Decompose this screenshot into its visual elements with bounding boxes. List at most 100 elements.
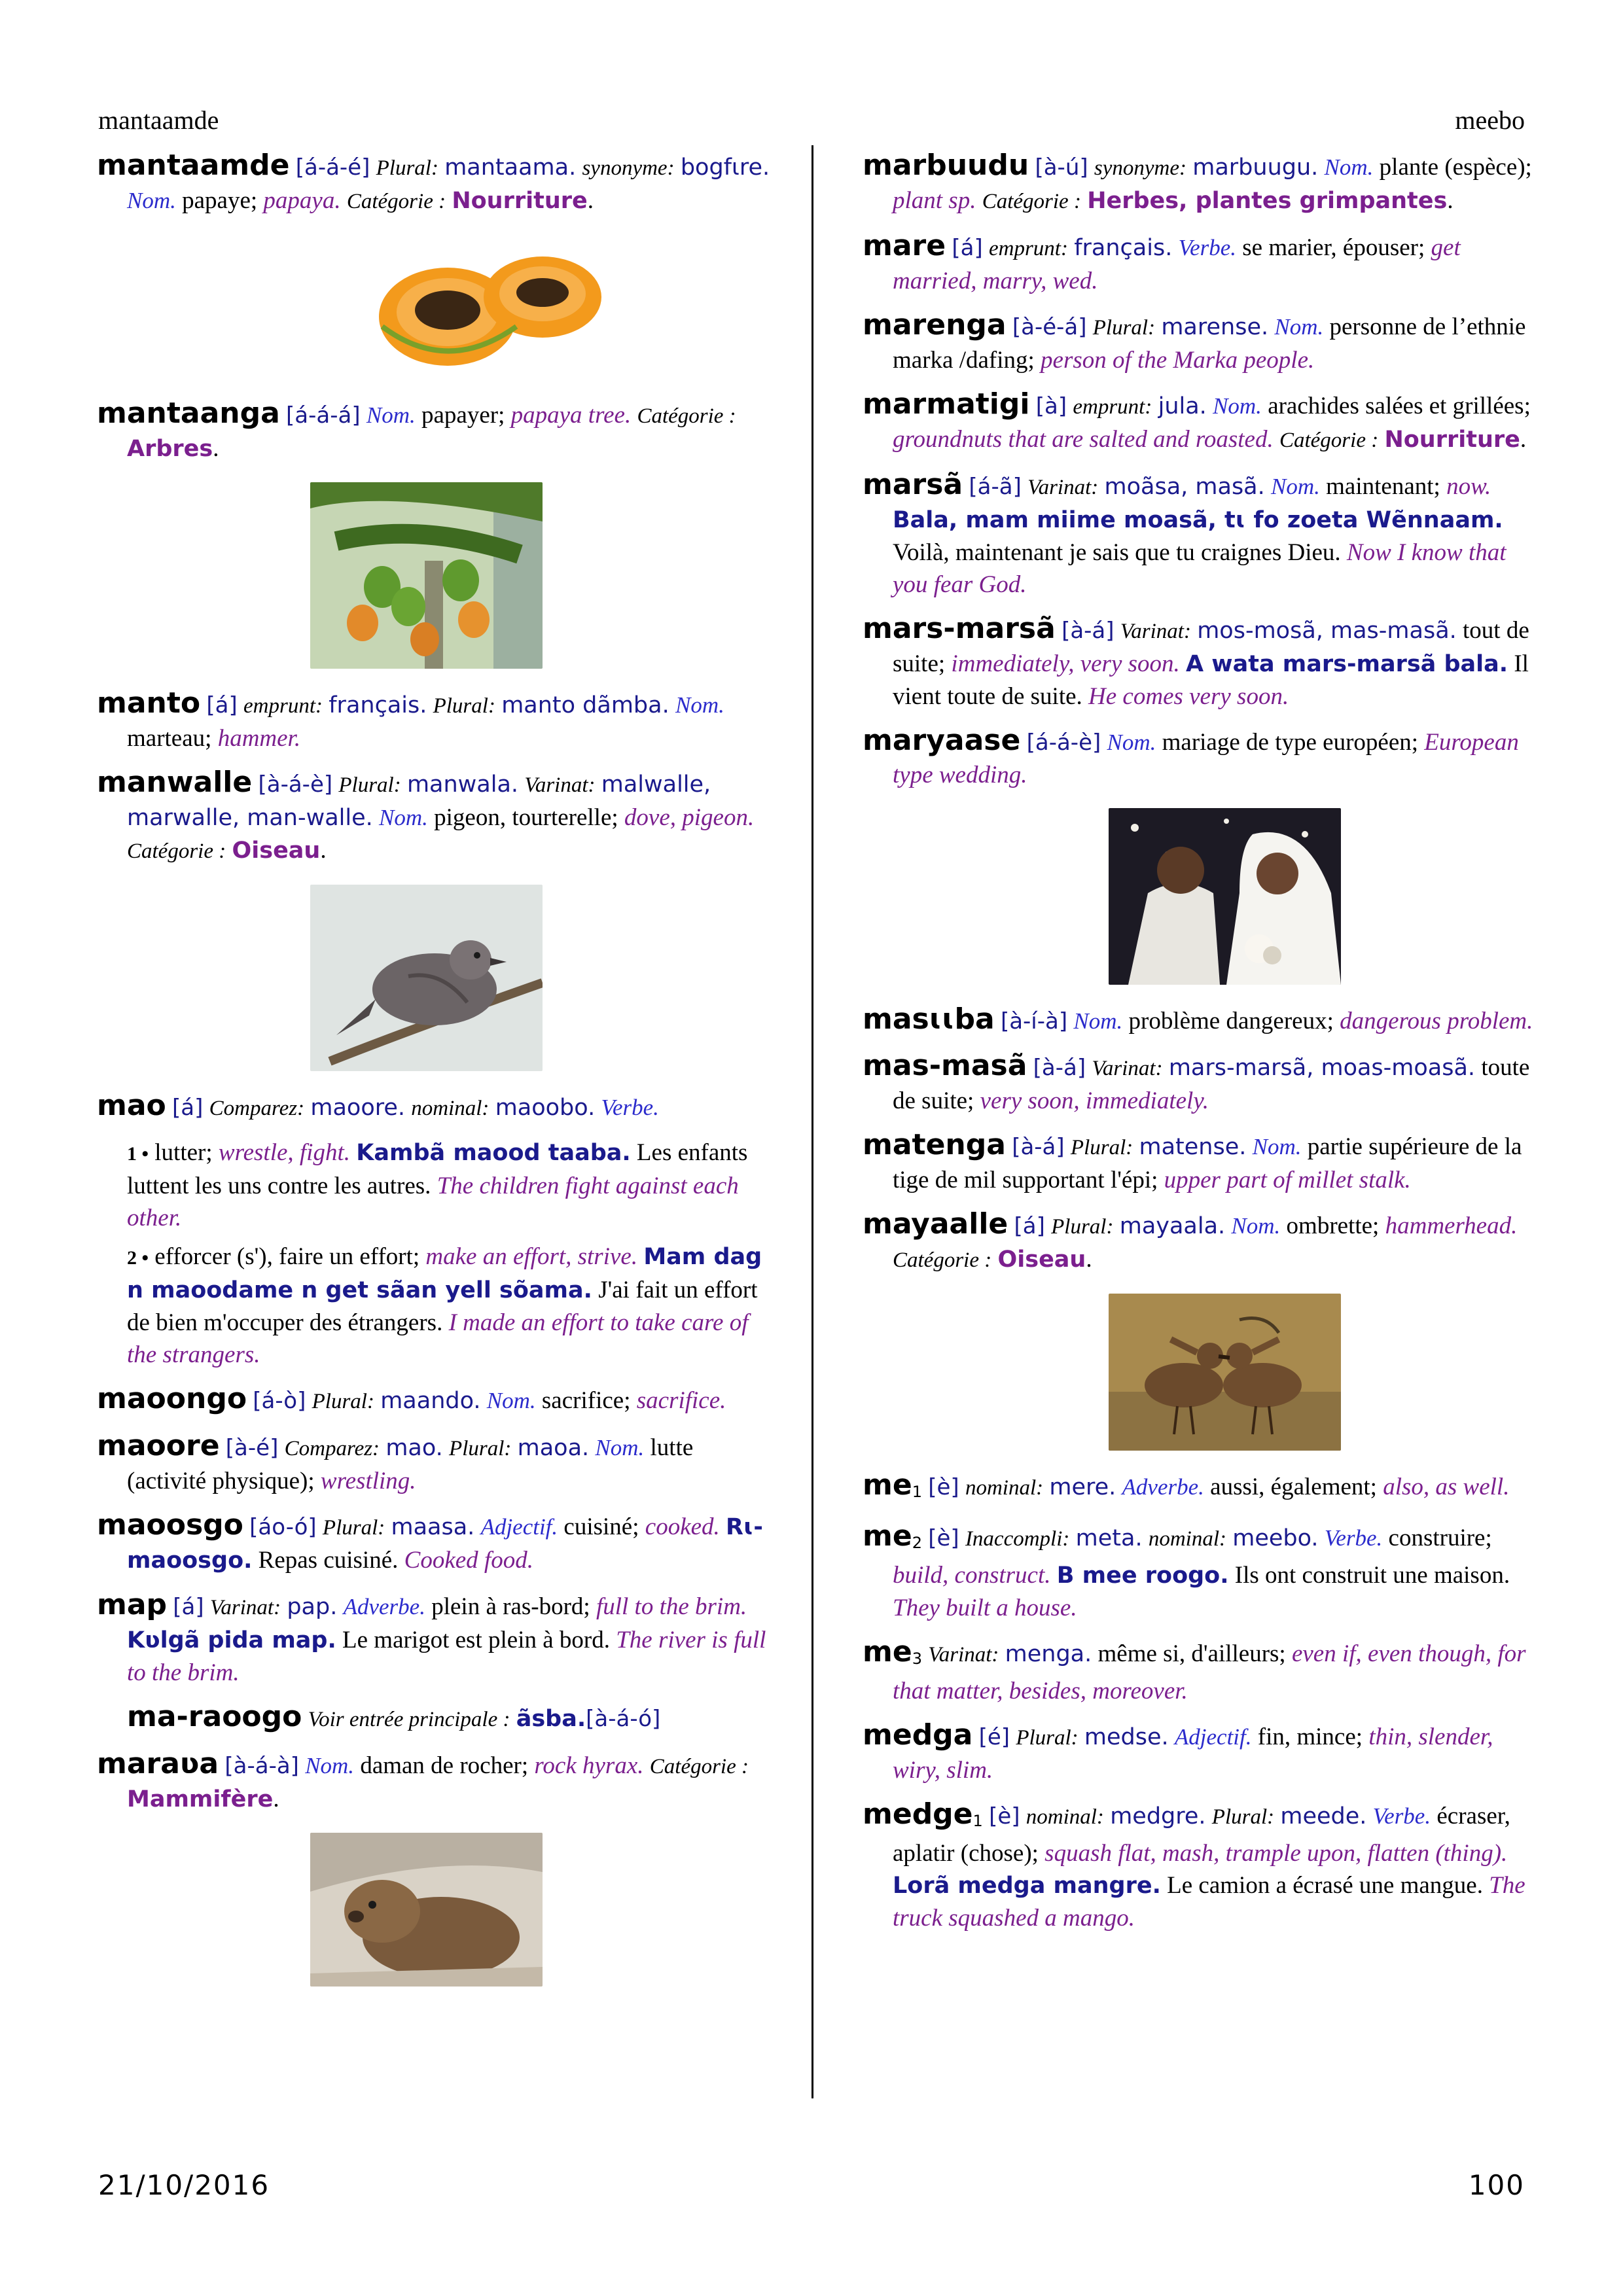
pos: Adverbe. xyxy=(1122,1474,1204,1500)
plural-form: manwala. xyxy=(406,771,519,798)
loan-source: français. xyxy=(1074,235,1173,261)
category: Mammifère xyxy=(127,1786,274,1812)
headword: map xyxy=(97,1588,168,1621)
synonym-label: synonyme: xyxy=(582,156,675,180)
right-column: marbuudu [à-ú] synonyme: marbuugu. Nom. … xyxy=(863,149,1543,1946)
english-gloss: also, as well. xyxy=(1383,1474,1510,1500)
phonetic: [à-é] xyxy=(225,1435,279,1461)
english-gloss: papaya tree. xyxy=(510,402,632,429)
entry-marava: maraʋa [à-á-à] Nom. daman de rocher; roc… xyxy=(97,1748,777,1987)
phonetic: [á-á-é] xyxy=(295,154,370,181)
page-number: 100 xyxy=(1468,2169,1525,2201)
phonetic: [à-á] xyxy=(1061,618,1115,644)
plural-form: manto dãmba. xyxy=(501,692,669,718)
sense-number: 1 • xyxy=(127,1143,149,1165)
plural-label: Plural: xyxy=(322,1516,385,1540)
variant-form: mars-marsã, moas-moasã. xyxy=(1168,1055,1476,1081)
example-english: He comes very soon. xyxy=(1088,683,1289,710)
english-gloss: build, construct. xyxy=(893,1562,1051,1589)
homonym-number: 3 xyxy=(912,1650,922,1668)
entry-marsa: marsã [á-ã] Varinat: moãsa, masã. Nom. m… xyxy=(863,468,1543,601)
variant-form: moãsa, masã. xyxy=(1104,474,1265,500)
headword: mantaamde xyxy=(97,149,290,182)
phonetic: [è] xyxy=(928,1525,959,1551)
phonetic: [á] xyxy=(173,1594,204,1620)
french-gloss: lutter; xyxy=(154,1139,213,1166)
example: Lorã medga mangre. xyxy=(893,1873,1161,1899)
running-head-left: mantaamde xyxy=(98,105,219,135)
plural-form: marense. xyxy=(1161,314,1269,340)
nominal-form: medgre. xyxy=(1110,1803,1206,1829)
plural-form: matense. xyxy=(1139,1134,1247,1160)
entry-marmatigi: marmatigi [à] emprunt: jula. Nom. arachi… xyxy=(863,387,1531,453)
variant-form: pap. xyxy=(287,1594,338,1620)
english-gloss: immediately, very soon. xyxy=(951,650,1180,677)
entry-medge-1: medge1 [è] nominal: medgre. Plural: meed… xyxy=(863,1798,1543,1934)
pos: Verbe. xyxy=(1178,235,1237,260)
incompletive-form: meta. xyxy=(1075,1525,1143,1551)
entry-matenga: matenga [à-á] Plural: matense. Nom. part… xyxy=(863,1129,1543,1196)
pos: Nom. xyxy=(1252,1134,1302,1159)
entry-marenga: marenga [à-é-á] Plural: marense. Nom. pe… xyxy=(863,309,1543,376)
plural-label: Plural: xyxy=(1016,1726,1079,1750)
nominal-form: meebo. xyxy=(1232,1525,1319,1551)
phonetic: [á] xyxy=(1014,1213,1045,1239)
entry-ma-raoogo: ma-raoogo Voir entrée principale : ãsba.… xyxy=(97,1701,777,1736)
phonetic: [à-ú] xyxy=(1035,154,1088,181)
category-label: Catégorie : xyxy=(982,190,1081,213)
sense-2: 2 • efforcer (s'), faire un effort; make… xyxy=(97,1241,777,1371)
english-gloss: plant sp. xyxy=(893,187,976,214)
entry-masuuba: masɩɩba [à-í-à] Nom. problème dangereux;… xyxy=(863,1003,1543,1038)
variant-label: Varinat: xyxy=(1027,476,1099,499)
compare-form: maoore. xyxy=(310,1095,406,1121)
loan-source: jula. xyxy=(1158,393,1207,419)
plural-label: Plural: xyxy=(433,694,495,718)
plural-label: Plural: xyxy=(1211,1805,1275,1829)
french-gloss: se marier, épouser; xyxy=(1242,234,1425,261)
variant-form: mos-mosã, mas-masã. xyxy=(1197,618,1457,644)
main-entry-reference[interactable]: ãsba. xyxy=(516,1706,586,1732)
phonetic: [á-ã] xyxy=(969,474,1022,500)
running-head-right: meebo xyxy=(1455,105,1525,135)
example: Bala, mam miime moasã, tɩ fo zoeta Wẽnna… xyxy=(893,507,1503,533)
phonetic: [á] xyxy=(206,692,238,718)
entry-maoongo: maoongo [á-ò] Plural: maando. Nom. sacri… xyxy=(97,1383,777,1418)
english-gloss: wrestling. xyxy=(320,1468,416,1494)
plural-form: maando. xyxy=(380,1388,481,1414)
english-gloss: sacrifice. xyxy=(636,1387,726,1414)
headword: manwalle xyxy=(97,766,253,799)
headword: maraʋa xyxy=(97,1747,219,1780)
nominal-label: nominal: xyxy=(411,1097,490,1120)
category-label: Catégorie : xyxy=(346,190,446,213)
loan-label: emprunt: xyxy=(988,237,1068,260)
entry-me-3: me3 Varinat: menga. même si, d'ailleurs;… xyxy=(863,1636,1543,1707)
english-gloss: upper part of millet stalk. xyxy=(1164,1167,1411,1193)
entry-me-1: me1 [è] nominal: mere. Adverbe. aussi, é… xyxy=(863,1469,1543,1508)
nominal-label: nominal: xyxy=(1148,1527,1226,1551)
dove-image xyxy=(310,885,543,1071)
pos: Nom. xyxy=(486,1388,536,1413)
papaya-tree-image xyxy=(310,482,543,669)
pos: Verbe. xyxy=(1372,1803,1431,1829)
compare-label: Comparez: xyxy=(284,1437,380,1460)
phonetic: [è] xyxy=(928,1474,959,1500)
pos: Verbe. xyxy=(1324,1525,1383,1551)
compare-label: Comparez: xyxy=(209,1097,305,1120)
phonetic: [é] xyxy=(978,1724,1010,1750)
headword: mao xyxy=(97,1089,166,1122)
english-gloss: papaya. xyxy=(263,187,341,214)
plural-form: maasa. xyxy=(391,1514,475,1540)
category: Herbes, plantes grimpantes xyxy=(1087,188,1448,214)
example-french: Le camion a écrasé une mangue. xyxy=(1167,1872,1483,1899)
entry-mas-masa: mas-masã [à-á] Varinat: mars-marsã, moas… xyxy=(863,1050,1543,1117)
headword: mas-masã xyxy=(863,1049,1027,1082)
entry-maryaase: maryaase [á-á-è] Nom. mariage de type eu… xyxy=(863,724,1543,985)
headword: masɩɩba xyxy=(863,1002,995,1036)
french-gloss: sacrifice; xyxy=(541,1387,631,1414)
entry-mao: mao [á] Comparez: maoore. nominal: maoob… xyxy=(97,1089,777,1125)
phonetic: [à-á] xyxy=(1012,1134,1065,1160)
column-divider xyxy=(812,145,813,2098)
category-label: Catégorie : xyxy=(893,1248,992,1272)
plural-form: maoa. xyxy=(517,1435,590,1461)
entry-mare: mare [á] emprunt: français. Verbe. se ma… xyxy=(863,230,1543,297)
